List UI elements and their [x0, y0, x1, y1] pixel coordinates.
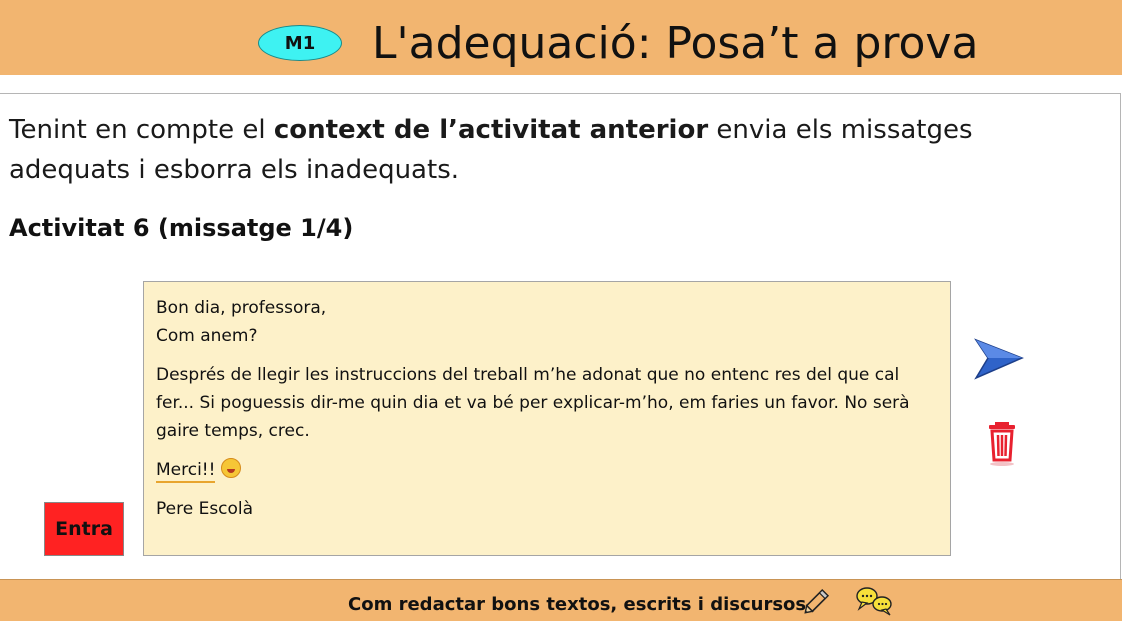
- message-greeting: Bon dia, professora,: [156, 294, 938, 322]
- trash-icon: [989, 422, 1015, 466]
- message-greeting-text: Bon dia, professora,: [156, 298, 327, 318]
- message-box: Bon dia, professora, Com anem? Després d…: [143, 281, 951, 556]
- footer-bar: Com redactar bons textos, escrits i disc…: [0, 579, 1122, 621]
- activity-title: Activitat 6 (missatge 1/4): [9, 214, 354, 242]
- instructions-text-start: Tenint en compte el: [9, 115, 274, 145]
- instructions-emphasis: context de l’activitat anterior: [273, 115, 709, 145]
- smiling-emoji-icon: [221, 458, 242, 478]
- delete-button[interactable]: [975, 412, 1035, 472]
- entra-button[interactable]: Entra: [44, 502, 124, 556]
- header-gap: [0, 75, 1122, 93]
- module-badge: M1: [258, 25, 342, 61]
- instructions-text: Tenint en compte el context de l’activit…: [9, 110, 1089, 190]
- message-question-text: Com anem?: [156, 326, 258, 346]
- send-button[interactable]: [972, 334, 1026, 384]
- message-body: Després de llegir les instruccions del t…: [156, 365, 910, 441]
- header-bar: M1 L'adequació: Posa’t a prova: [0, 0, 1122, 75]
- page-title: L'adequació: Posa’t a prova: [372, 18, 979, 69]
- send-paper-plane-icon: [974, 338, 1024, 380]
- pencil-icon: [804, 588, 830, 614]
- footer-text: Com redactar bons textos, escrits i disc…: [348, 594, 807, 615]
- message-signature: Pere Escolà: [156, 499, 254, 519]
- message-thanks: Merci!!: [156, 456, 938, 484]
- speech-bubbles-icon: [856, 587, 892, 616]
- message-thanks-text: Merci!!: [156, 460, 216, 483]
- message-question: Com anem?: [156, 322, 938, 350]
